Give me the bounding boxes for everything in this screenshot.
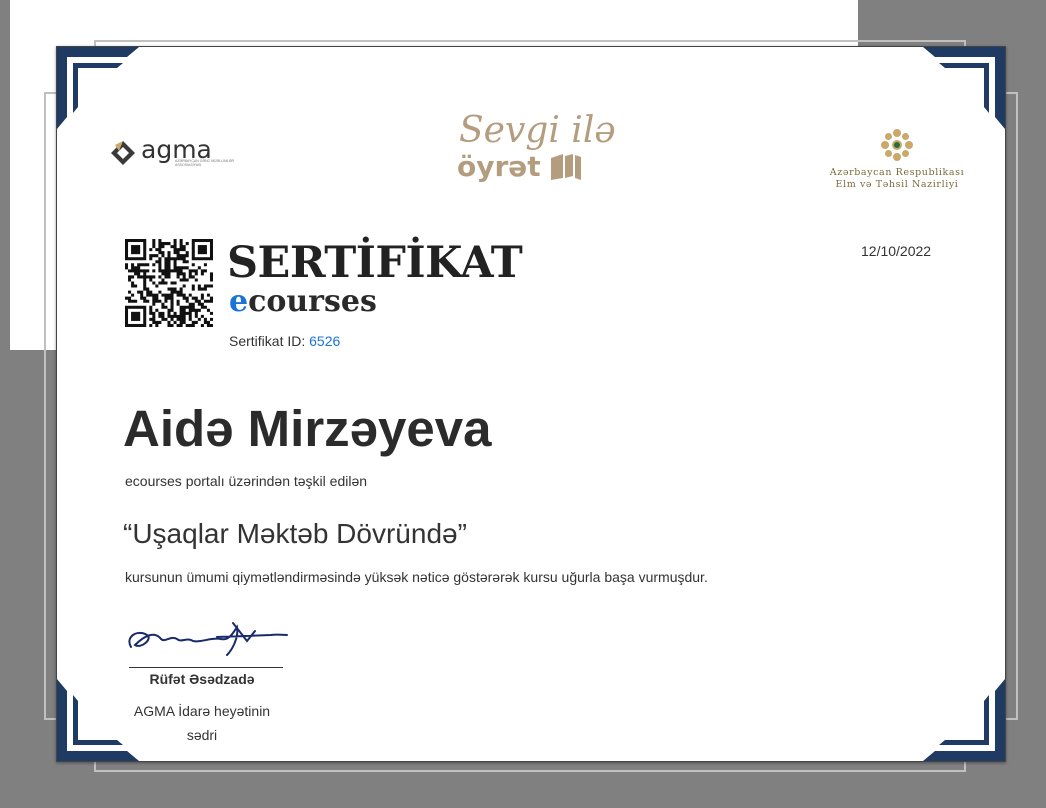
campaign-logo-line2: öyrət xyxy=(457,150,541,183)
certificate-id-label: Sertifikat ID: xyxy=(229,333,310,349)
course-title: “Uşaqlar Məktəb Dövründə” xyxy=(123,518,467,549)
frame-corner-bottom-right xyxy=(923,679,1005,761)
certificate-id: Sertifikat ID: 6526 xyxy=(229,333,340,349)
ministry-name-line1: Azərbaycan Respublikası xyxy=(829,167,965,178)
signature-line xyxy=(129,667,283,668)
frame-corner-top-left xyxy=(57,47,139,129)
frame-corner-top-right xyxy=(923,47,1005,129)
qr-code-icon[interactable] xyxy=(125,239,213,327)
agma-logo-icon xyxy=(111,141,135,165)
signer-role: AGMA İdarə heyətinin sədri xyxy=(133,703,271,743)
signer-name: Rüfət Əsədzadə xyxy=(149,671,255,687)
book-icon xyxy=(550,154,581,180)
platform-name-e: e xyxy=(229,284,249,319)
certificate-title: SERTİFİKAT xyxy=(227,238,523,288)
platform-name: ecourses xyxy=(229,285,377,319)
certificate: agma AZƏRBAYCAN GƏNC MÜƏLLİMLƏR ASSOSİAS… xyxy=(56,46,1006,762)
intro-text: ecourses portalı üzərindən təşkil edilən xyxy=(125,473,368,489)
recipient-name: Aidə Mirzəyeva xyxy=(123,400,492,457)
campaign-logo: Sevgi ilə öyrət xyxy=(457,111,617,183)
agma-logo-text: agma xyxy=(141,135,212,164)
completion-text: kursunun ümumi qiymətləndirməsində yüksə… xyxy=(125,569,708,585)
campaign-logo-line1: Sevgi ilə xyxy=(459,110,616,151)
ministry-logo: Azərbaycan Respublikası Elm və Təhsil Na… xyxy=(827,127,967,191)
platform-name-rest: courses xyxy=(248,284,377,319)
signature xyxy=(128,622,288,656)
emblem-icon xyxy=(881,129,913,161)
ministry-name-line2: Elm və Təhsil Nazirliyi xyxy=(835,179,959,190)
agma-logo: agma AZƏRBAYCAN GƏNC MÜƏLLİMLƏR ASSOSİAS… xyxy=(109,135,243,167)
issue-date: 12/10/2022 xyxy=(861,243,932,259)
certificate-id-value[interactable]: 6526 xyxy=(309,333,340,349)
